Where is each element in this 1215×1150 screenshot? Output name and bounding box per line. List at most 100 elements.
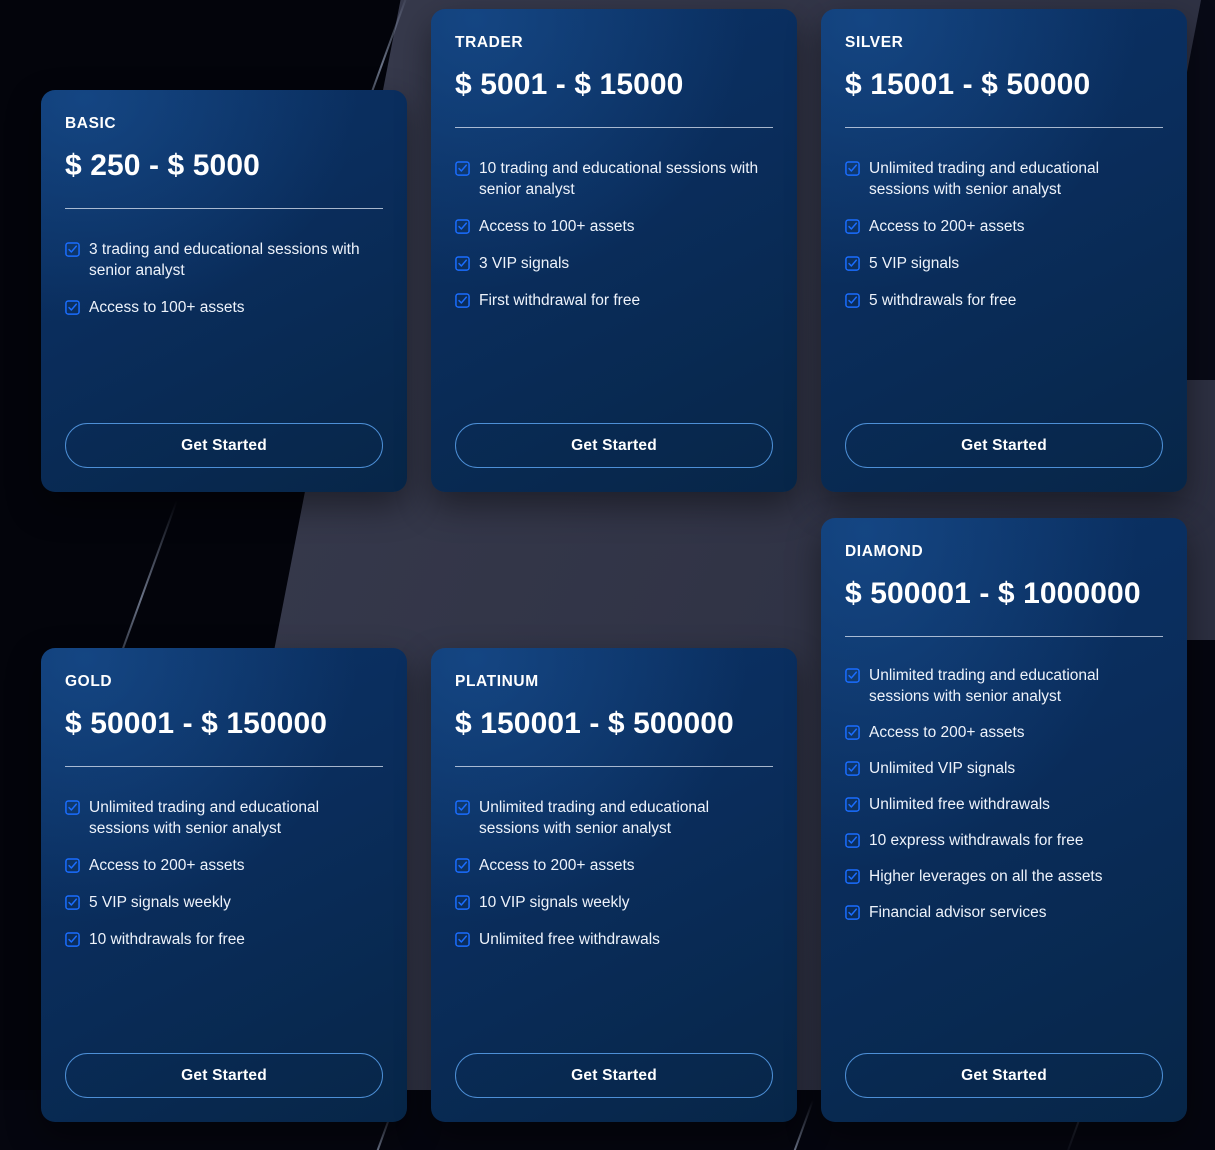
get-started-button[interactable]: Get Started (65, 1053, 383, 1098)
plan-feature-text: Financial advisor services (869, 904, 1047, 922)
plan-tier-name: DIAMOND (845, 543, 924, 560)
plan-tier-name: PLATINUM (455, 673, 539, 690)
checkbox-check-icon (455, 253, 470, 271)
pricing-card-diamond: DIAMOND $ 500001 - $ 1000000 Unlimited tra… (821, 518, 1187, 1122)
plan-feature-text: Unlimited trading and educational sessio… (479, 798, 710, 837)
plan-feature-item: 10 VIP signals weekly (455, 892, 773, 913)
plan-feature-text: Unlimited trading and educational sessio… (89, 798, 320, 837)
plan-feature-item: 5 withdrawals for free (845, 290, 1163, 311)
plan-feature-text: Unlimited free withdrawals (869, 796, 1050, 814)
divider (455, 126, 773, 128)
plan-feature-text: Unlimited trading and educational sessio… (869, 666, 1100, 705)
plan-feature-text: 10 VIP signals weekly (479, 894, 630, 912)
plan-feature-text: Access to 100+ assets (479, 218, 635, 236)
checkbox-check-icon (845, 216, 860, 234)
checkbox-check-icon (845, 253, 860, 271)
plan-feature-item: 10 trading and educational sessions with… (455, 158, 773, 200)
plan-feature-text: Unlimited free withdrawals (479, 931, 660, 949)
plan-feature-item: Access to 100+ assets (455, 216, 773, 237)
plan-feature-item: 5 VIP signals weekly (65, 892, 383, 913)
plan-feature-text: Access to 200+ assets (869, 724, 1025, 742)
checkbox-check-icon (65, 239, 80, 257)
plan-feature-item: Access to 100+ assets (65, 297, 383, 318)
plan-feature-item: 10 express withdrawals for free (845, 830, 1163, 851)
plan-price-range: $ 150001 - $ 500000 (455, 706, 734, 740)
plan-feature-text: Access to 100+ assets (89, 299, 245, 317)
plan-feature-item: 5 VIP signals (845, 253, 1163, 274)
plan-feature-item: First withdrawal for free (455, 290, 773, 311)
get-started-button[interactable]: Get Started (455, 423, 773, 468)
plan-cta-container: Get Started (845, 1019, 1163, 1098)
plan-feature-list: Unlimited trading and educational sessio… (65, 797, 383, 950)
plan-cta-container: Get Started (65, 389, 383, 468)
plan-feature-list: Unlimited trading and educational sessio… (455, 797, 773, 950)
plan-feature-text: Unlimited trading and educational sessio… (869, 159, 1100, 198)
plan-feature-text: 3 trading and educational sessions with … (89, 240, 360, 279)
plan-feature-text: 3 VIP signals (479, 255, 570, 273)
get-started-button[interactable]: Get Started (65, 423, 383, 468)
plan-feature-item: Higher leverages on all the assets (845, 866, 1163, 887)
checkbox-check-icon (455, 855, 470, 873)
checkbox-check-icon (845, 830, 860, 849)
plan-feature-item: Unlimited free withdrawals (845, 794, 1163, 815)
plan-feature-item: 3 trading and educational sessions with … (65, 239, 383, 281)
get-started-button[interactable]: Get Started (845, 423, 1163, 468)
plan-feature-text: Higher leverages on all the assets (869, 868, 1103, 886)
checkbox-check-icon (65, 797, 80, 815)
plan-feature-list: 10 trading and educational sessions with… (455, 158, 773, 311)
checkbox-check-icon (845, 794, 860, 813)
checkbox-check-icon (65, 855, 80, 873)
plan-tier-name: TRADER (455, 34, 524, 51)
get-started-button[interactable]: Get Started (455, 1053, 773, 1098)
checkbox-check-icon (65, 892, 80, 910)
checkbox-check-icon (845, 722, 860, 740)
pricing-card-trader: TRADER $ 5001 - $ 15000 10 trading and edu… (431, 9, 797, 492)
divider (845, 635, 1163, 637)
plan-feature-item: Unlimited VIP signals (845, 758, 1163, 779)
plan-price-range: $ 15001 - $ 50000 (845, 67, 1091, 101)
divider (65, 765, 383, 767)
checkbox-check-icon (845, 158, 860, 176)
checkbox-check-icon (65, 297, 80, 315)
plan-feature-item: Unlimited trading and educational sessio… (65, 797, 383, 839)
pricing-card-gold: GOLD $ 50001 - $ 150000 Unlimited trading … (41, 648, 407, 1122)
plan-cta-container: Get Started (65, 1019, 383, 1098)
checkbox-check-icon (455, 797, 470, 815)
divider (455, 765, 773, 767)
plan-feature-text: First withdrawal for free (479, 292, 641, 310)
divider (845, 126, 1163, 128)
pricing-card-basic: BASIC $ 250 - $ 5000 3 trading and educati… (41, 90, 407, 492)
divider (65, 207, 383, 209)
checkbox-check-icon (845, 902, 860, 921)
plan-feature-list: Unlimited trading and educational sessio… (845, 158, 1163, 311)
plan-feature-item: Unlimited trading and educational sessio… (845, 158, 1163, 200)
plan-feature-item: 10 withdrawals for free (65, 929, 383, 950)
plan-feature-item: 3 VIP signals (455, 253, 773, 274)
get-started-button[interactable]: Get Started (845, 1053, 1163, 1098)
plan-feature-item: Unlimited trading and educational sessio… (845, 665, 1163, 707)
plan-cta-container: Get Started (455, 389, 773, 468)
plan-feature-list: 3 trading and educational sessions with … (65, 239, 383, 318)
plan-feature-item: Financial advisor services (845, 902, 1163, 923)
plan-feature-text: Access to 200+ assets (89, 857, 245, 875)
plan-feature-text: 10 withdrawals for free (89, 931, 245, 949)
plan-feature-text: 5 VIP signals weekly (89, 894, 231, 912)
checkbox-check-icon (455, 216, 470, 234)
plan-cta-container: Get Started (455, 1019, 773, 1098)
plan-tier-name: BASIC (65, 115, 117, 132)
plan-feature-item: Unlimited free withdrawals (455, 929, 773, 950)
plan-feature-item: Access to 200+ assets (65, 855, 383, 876)
checkbox-check-icon (845, 866, 860, 885)
pricing-card-silver: SILVER $ 15001 - $ 50000 Unlimited trading… (821, 9, 1187, 492)
plan-feature-text: 5 VIP signals (869, 255, 960, 273)
plan-feature-item: Access to 200+ assets (455, 855, 773, 876)
checkbox-check-icon (455, 158, 470, 176)
checkbox-check-icon (455, 929, 470, 948)
plan-feature-item: Unlimited trading and educational sessio… (455, 797, 773, 839)
plan-feature-item: Access to 200+ assets (845, 722, 1163, 743)
pricing-plans-grid: BASIC $ 250 - $ 5000 3 trading and educati… (0, 0, 1215, 1150)
checkbox-check-icon (65, 929, 80, 948)
checkbox-check-icon (845, 665, 860, 683)
plan-feature-text: 10 trading and educational sessions with… (479, 159, 759, 198)
plan-tier-name: SILVER (845, 34, 904, 51)
